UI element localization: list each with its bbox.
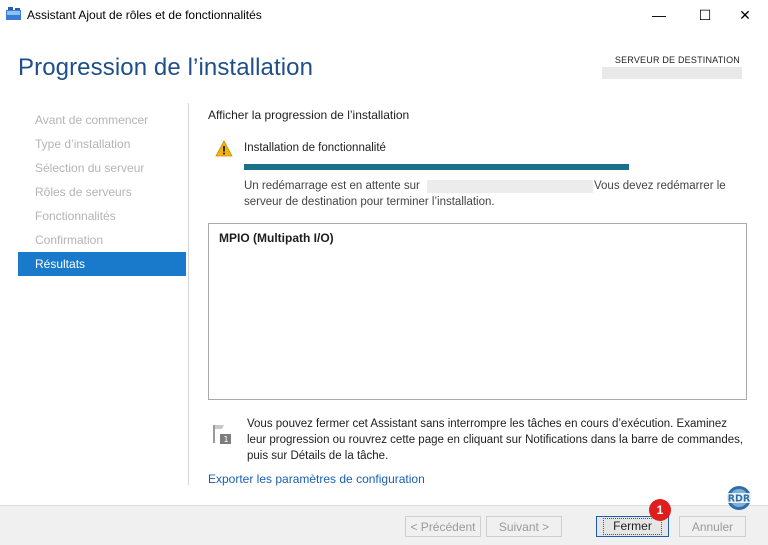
sidebar-item-resultats[interactable]: Résultats <box>18 252 186 276</box>
sidebar-item-selection-serveur[interactable]: Sélection du serveur <box>18 156 186 180</box>
progress-fill <box>244 164 629 170</box>
sidebar-item-confirmation[interactable]: Confirmation <box>18 228 186 252</box>
close-window-button[interactable]: ✕ <box>722 0 768 30</box>
status-title: Installation de fonctionnalité <box>244 142 386 154</box>
restart-message-end: Vous devez redémarrer le <box>594 180 726 192</box>
server-name-redacted <box>427 180 593 193</box>
close-button-label: Fermer <box>603 518 662 535</box>
sidebar-item-roles-serveurs[interactable]: Rôles de serveurs <box>18 180 186 204</box>
sidebar-item-type-installation[interactable]: Type d’installation <box>18 132 186 156</box>
export-config-link[interactable]: Exporter les paramètres de configuration <box>208 472 425 486</box>
sidebar-divider <box>188 103 189 485</box>
restart-message-line2: serveur de destination pour terminer l’i… <box>244 196 495 208</box>
results-list[interactable]: MPIO (Multipath I/O) <box>208 223 747 400</box>
section-heading: Afficher la progression de l’installatio… <box>208 108 410 122</box>
previous-button[interactable]: < Précédent <box>405 516 481 537</box>
step-number-badge: 1 <box>649 499 671 521</box>
info-flag-icon: 1 <box>213 425 231 444</box>
page-title: Progression de l’installation <box>18 54 314 81</box>
installation-progress-bar <box>244 164 629 170</box>
warning-icon <box>215 140 233 157</box>
minimize-button[interactable]: — <box>636 0 682 30</box>
sidebar-item-avant-de-commencer[interactable]: Avant de commencer <box>18 108 186 132</box>
window-title: Assistant Ajout de rôles et de fonctionn… <box>27 8 262 22</box>
restart-message-start: Un redémarrage est en attente sur <box>244 180 420 192</box>
svg-text:1: 1 <box>224 435 229 444</box>
rdr-logo-text: RDR <box>728 494 751 505</box>
cancel-button[interactable]: Annuler <box>679 516 746 537</box>
server-manager-icon <box>6 7 21 20</box>
wizard-steps-sidebar: Avant de commencer Type d’installation S… <box>18 108 186 276</box>
installed-feature-name: MPIO (Multipath I/O) <box>219 231 334 245</box>
destination-server-redacted <box>602 67 742 79</box>
destination-server-label: SERVEUR DE DESTINATION <box>614 55 740 65</box>
info-message: Vous pouvez fermer cet Assistant sans in… <box>247 418 744 462</box>
rdr-logo-icon: RDR <box>723 486 755 510</box>
title-bar: Assistant Ajout de rôles et de fonctionn… <box>0 0 768 30</box>
next-button[interactable]: Suivant > <box>486 516 562 537</box>
sidebar-item-fonctionnalites[interactable]: Fonctionnalités <box>18 204 186 228</box>
